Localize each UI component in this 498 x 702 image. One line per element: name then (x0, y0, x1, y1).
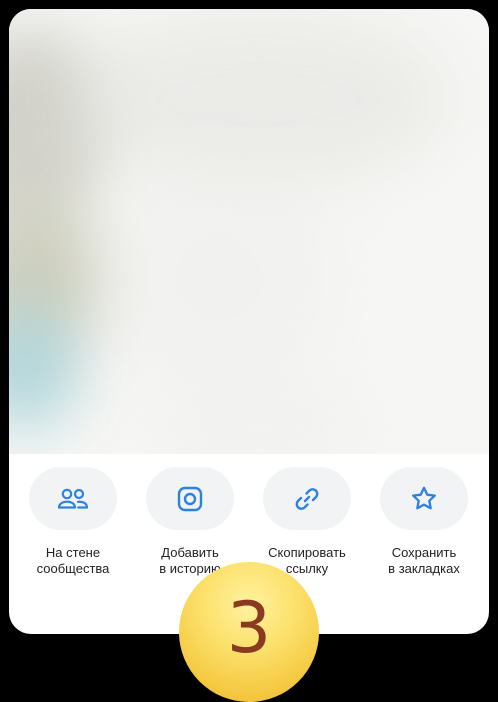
label-line: Добавить (161, 545, 219, 560)
community-wall-icon (57, 488, 89, 509)
share-to-community-wall[interactable]: На стене сообщества (14, 467, 132, 577)
step-number-badge: 3 (179, 562, 319, 702)
star-icon (412, 486, 436, 509)
save-to-bookmarks-label: Сохранить в закладках (365, 545, 483, 577)
copy-link-button[interactable] (263, 467, 351, 530)
share-card: На стене сообщества Добавить в историю С… (9, 9, 489, 634)
label-line: На стене (45, 545, 101, 560)
save-to-bookmarks[interactable]: Сохранить в закладках (365, 467, 483, 577)
label-line: в закладках (388, 561, 460, 576)
content-preview-image (9, 9, 489, 454)
label-line: Скопировать (268, 545, 346, 560)
story-icon (177, 486, 203, 511)
share-to-community-wall-button[interactable] (29, 467, 117, 530)
copy-link[interactable]: Скопировать ссылку (248, 467, 366, 577)
link-icon (295, 487, 319, 510)
label-line: Сохранить (391, 545, 457, 560)
save-to-bookmarks-button[interactable] (380, 467, 468, 530)
add-to-story-button[interactable] (146, 467, 234, 530)
share-to-community-wall-label: На стене сообщества (14, 545, 132, 577)
label-line: сообщества (36, 561, 110, 576)
step-number: 3 (226, 587, 272, 669)
add-to-story[interactable]: Добавить в историю (131, 467, 249, 577)
